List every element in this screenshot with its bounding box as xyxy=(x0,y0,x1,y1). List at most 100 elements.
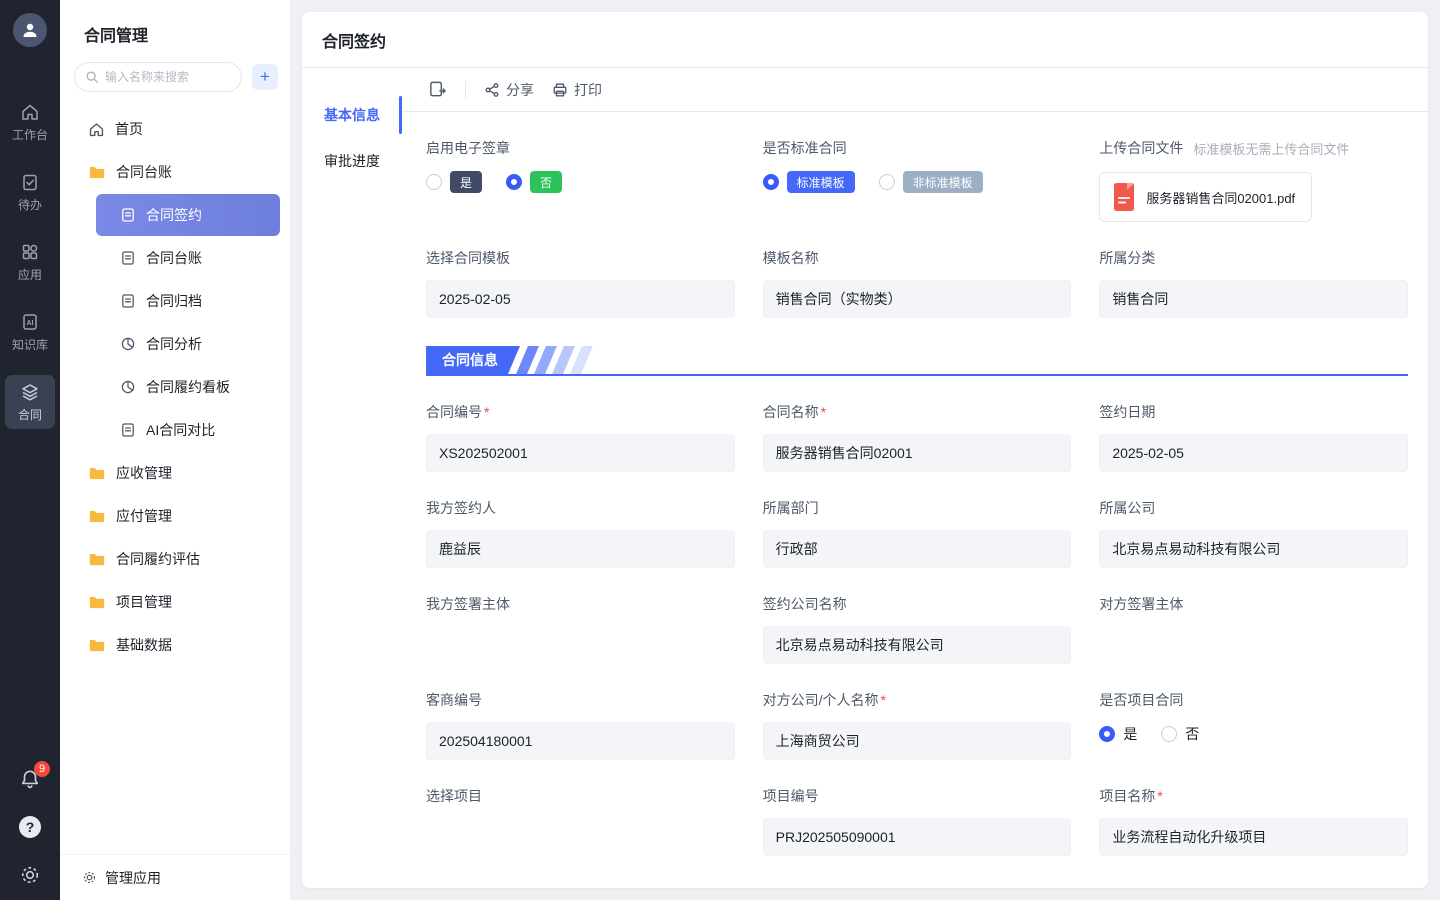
rail-item-knowledge[interactable]: AI 知识库 xyxy=(5,305,55,359)
contract-no-input[interactable] xyxy=(426,434,735,472)
folder-icon xyxy=(88,464,106,482)
sign-company-input[interactable] xyxy=(763,626,1072,664)
ai-doc-icon: AI xyxy=(20,312,40,332)
field-sign-date: 签约日期 xyxy=(1099,402,1408,472)
project-no-input[interactable] xyxy=(763,818,1072,856)
field-customer-no: 客商编号 xyxy=(426,690,735,760)
sign-date-input[interactable] xyxy=(1099,434,1408,472)
help-button[interactable]: ? xyxy=(19,816,41,838)
field-standard-contract: 是否标准合同 标准模板 非标准模板 xyxy=(763,138,1072,222)
tab-basic-info[interactable]: 基本信息 xyxy=(302,92,402,138)
sidebar-item-receivables[interactable]: 应收管理 xyxy=(70,452,280,494)
sidebar-title: 合同管理 xyxy=(60,0,290,62)
avatar[interactable] xyxy=(13,13,47,47)
rail-bottom: 9 ? xyxy=(19,768,41,886)
printer-icon xyxy=(552,82,568,98)
field-upload: 上传合同文件 标准模板无需上传合同文件 服务器销售合同02001.pdf xyxy=(1099,138,1408,222)
radio-selected-icon xyxy=(506,174,522,190)
customer-no-input[interactable] xyxy=(426,722,735,760)
folder-icon xyxy=(88,636,106,654)
gear-icon xyxy=(19,864,41,886)
search-input[interactable] xyxy=(105,70,231,84)
export-doc-icon xyxy=(428,80,447,99)
tab-approval-progress[interactable]: 审批进度 xyxy=(302,138,402,184)
field-company: 所属公司 xyxy=(1099,498,1408,568)
radio-icon xyxy=(426,174,442,190)
radio-selected-icon xyxy=(763,174,779,190)
radio-esign-yes[interactable]: 是 xyxy=(426,171,482,193)
project-name-input[interactable] xyxy=(1099,818,1408,856)
sidebar-item-payables[interactable]: 应付管理 xyxy=(70,495,280,537)
document-icon xyxy=(120,293,136,309)
category-input[interactable] xyxy=(1099,280,1408,318)
sidebar-item-ai-compare[interactable]: AI合同对比 xyxy=(96,409,280,451)
sidebar-item-performance-eval[interactable]: 合同履约评估 xyxy=(70,538,280,580)
manage-apps-button[interactable]: 管理应用 xyxy=(60,854,290,900)
rail-item-contract[interactable]: 合同 xyxy=(5,375,55,429)
radio-selected-icon xyxy=(1099,726,1115,742)
sidebar-item-performance-board[interactable]: 合同履约看板 xyxy=(96,366,280,408)
contract-name-input[interactable] xyxy=(763,434,1072,472)
folder-icon xyxy=(88,163,106,181)
clipboard-check-icon xyxy=(20,172,40,192)
field-contract-name: 合同名称* xyxy=(763,402,1072,472)
field-template-name: 模板名称 xyxy=(763,248,1072,318)
folder-icon xyxy=(88,593,106,611)
radio-project-no[interactable]: 否 xyxy=(1161,724,1199,744)
pdf-file-icon xyxy=(1112,183,1136,211)
radio-nonstandard-template[interactable]: 非标准模板 xyxy=(879,171,983,193)
sidebar-item-base-data[interactable]: 基础数据 xyxy=(70,624,280,666)
home-icon xyxy=(88,121,105,138)
company-input[interactable] xyxy=(1099,530,1408,568)
contract-signing-card: 合同签约 基本信息 审批进度 xyxy=(302,12,1428,888)
folder-icon xyxy=(88,507,106,525)
layers-icon xyxy=(20,382,40,402)
sidebar-item-home[interactable]: 首页 xyxy=(70,108,280,150)
rail-item-workbench[interactable]: 工作台 xyxy=(5,95,55,149)
field-category: 所属分类 xyxy=(1099,248,1408,318)
section-contract-info: 合同信息 xyxy=(426,344,1408,376)
document-icon xyxy=(120,207,136,223)
share-icon xyxy=(484,82,500,98)
field-project-no: 项目编号 xyxy=(763,786,1072,856)
export-doc-button[interactable] xyxy=(428,80,447,99)
notifications-button[interactable]: 9 xyxy=(19,768,41,790)
template-name-input[interactable] xyxy=(763,280,1072,318)
radio-project-yes[interactable]: 是 xyxy=(1099,724,1137,744)
radio-esign-no[interactable]: 否 xyxy=(506,171,562,193)
main-content: 合同签约 基本信息 审批进度 xyxy=(290,0,1440,900)
field-counterparty: 对方公司/个人名称* xyxy=(763,690,1072,760)
radio-icon xyxy=(1161,726,1177,742)
rail-item-todo[interactable]: 待办 xyxy=(5,165,55,219)
print-button[interactable]: 打印 xyxy=(552,80,602,100)
field-our-entity: 我方签署主体 xyxy=(426,594,735,664)
sidebar-item-contract-archive[interactable]: 合同归档 xyxy=(96,280,280,322)
sidebar-item-contract-analysis[interactable]: 合同分析 xyxy=(96,323,280,365)
user-icon xyxy=(20,20,40,40)
document-icon xyxy=(120,422,136,438)
field-other-entity: 对方签署主体 xyxy=(1099,594,1408,664)
our-signer-input[interactable] xyxy=(426,530,735,568)
pie-chart-icon xyxy=(120,336,136,352)
field-template-date: 选择合同模板 xyxy=(426,248,735,318)
rail-menu: 工作台 待办 应用 AI 知识库 合同 xyxy=(5,95,55,429)
field-department: 所属部门 xyxy=(763,498,1072,568)
sidebar-item-contract-signing[interactable]: 合同签约 xyxy=(96,194,280,236)
rail-item-apps[interactable]: 应用 xyxy=(5,235,55,289)
sidebar-menu: 首页 合同台账 合同签约 合同台账 合同归档 xyxy=(60,92,290,854)
share-button[interactable]: 分享 xyxy=(484,80,534,100)
department-input[interactable] xyxy=(763,530,1072,568)
template-date-input[interactable] xyxy=(426,280,735,318)
radio-standard-template[interactable]: 标准模板 xyxy=(763,171,855,193)
counterparty-input[interactable] xyxy=(763,722,1072,760)
sidebar-item-project-mgmt[interactable]: 项目管理 xyxy=(70,581,280,623)
sidebar-item-contract-ledger[interactable]: 合同台账 xyxy=(96,237,280,279)
contract-file-card[interactable]: 服务器销售合同02001.pdf xyxy=(1099,172,1312,222)
sidebar-item-contract-ledger-group[interactable]: 合同台账 xyxy=(70,151,280,193)
search-box[interactable] xyxy=(74,62,242,92)
settings-button[interactable] xyxy=(19,864,41,886)
field-contract-no: 合同编号* xyxy=(426,402,735,472)
add-button[interactable]: + xyxy=(252,64,278,90)
vertical-tabs: 基本信息 审批进度 xyxy=(302,68,402,888)
home-icon xyxy=(20,102,40,122)
